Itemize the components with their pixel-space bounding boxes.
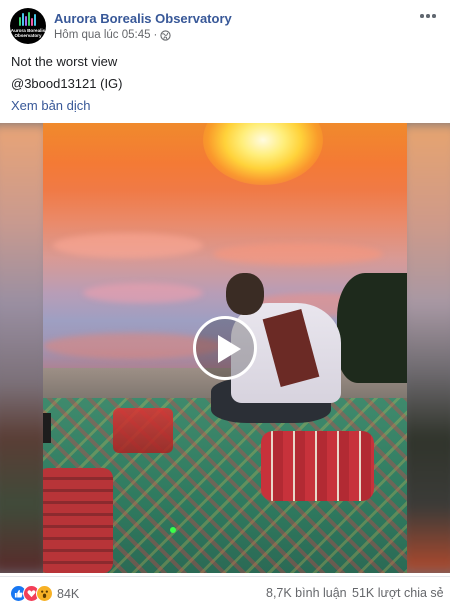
sun bbox=[203, 123, 323, 185]
comments-count-link[interactable]: 8,7K bình luận bbox=[266, 586, 347, 600]
cushion bbox=[43, 468, 113, 573]
see-translation-link[interactable]: Xem bản dịch bbox=[11, 98, 91, 113]
person-head bbox=[226, 273, 264, 315]
aurora-logo-icon bbox=[19, 12, 37, 26]
more-dot bbox=[432, 14, 436, 18]
avatar-logo-text: Aurora Borealis Observatory bbox=[10, 28, 46, 38]
globe-icon bbox=[160, 29, 172, 41]
cloud bbox=[83, 283, 203, 303]
page-name-link[interactable]: Aurora Borealis Observatory bbox=[54, 11, 232, 26]
meta-separator: · bbox=[153, 29, 158, 41]
play-icon bbox=[218, 335, 241, 363]
post-header: Aurora Borealis Observatory Aurora Borea… bbox=[0, 0, 450, 50]
video-player[interactable] bbox=[0, 123, 450, 573]
post-caption-line: Not the worst view bbox=[11, 54, 118, 69]
video-blur-right bbox=[400, 123, 450, 573]
post-stats-bar: 84K 8,7K bình luận 51K lượt chia sẻ bbox=[0, 576, 450, 607]
more-options-button[interactable] bbox=[414, 6, 442, 26]
shares-count-link[interactable]: 51K lượt chia sẻ bbox=[352, 586, 444, 600]
page-avatar[interactable]: Aurora Borealis Observatory bbox=[10, 8, 46, 44]
more-dot bbox=[426, 14, 430, 18]
wow-icon bbox=[36, 585, 53, 602]
play-button[interactable] bbox=[193, 316, 257, 380]
post-meta: Hôm qua lúc 05:45 · bbox=[54, 29, 172, 41]
cloud bbox=[213, 243, 383, 265]
more-horizontal-icon bbox=[420, 14, 424, 18]
reaction-count: 84K bbox=[57, 586, 80, 601]
reactions-summary[interactable]: 84K bbox=[10, 585, 79, 602]
cushion bbox=[261, 431, 374, 501]
cloud bbox=[53, 233, 203, 258]
facebook-post: Aurora Borealis Observatory Aurora Borea… bbox=[0, 0, 450, 607]
post-caption-line: @3bood13121 (IG) bbox=[11, 76, 123, 91]
thermos bbox=[43, 413, 51, 443]
tea-tray bbox=[113, 408, 173, 453]
green-light bbox=[170, 527, 176, 533]
tree bbox=[337, 273, 407, 383]
post-timestamp[interactable]: Hôm qua lúc 05:45 bbox=[54, 29, 151, 41]
